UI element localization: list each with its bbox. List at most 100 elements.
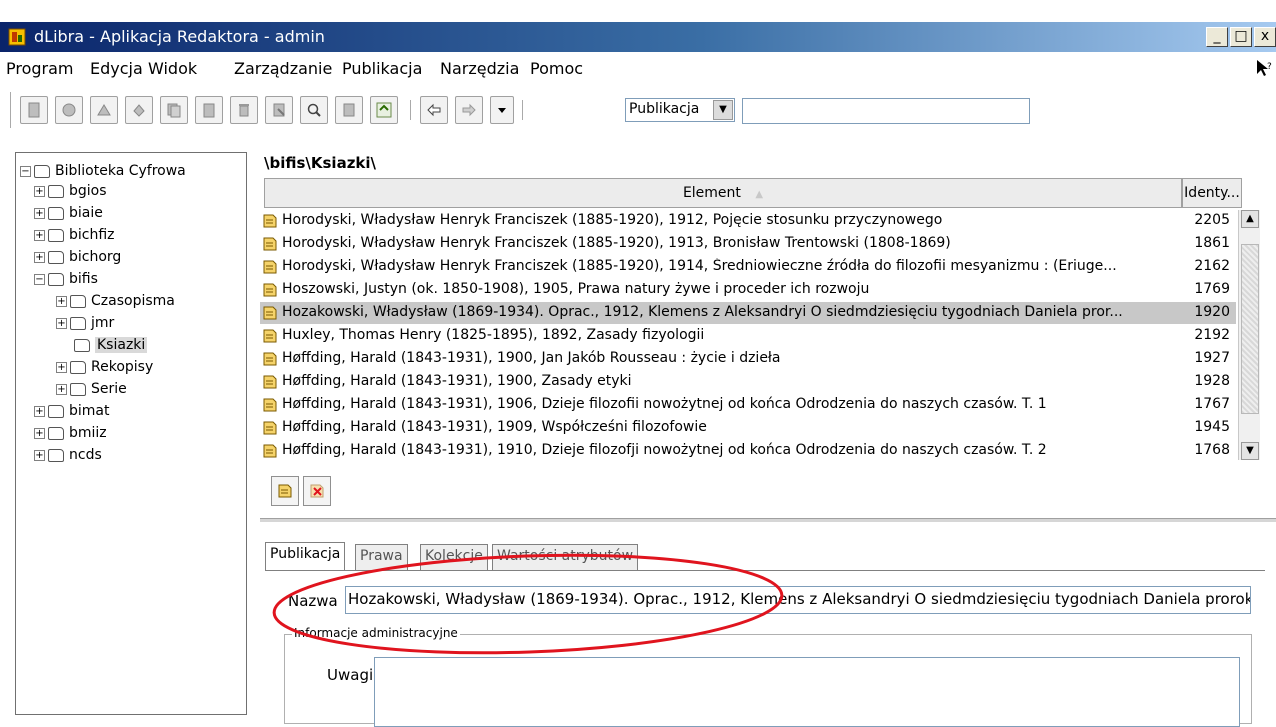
tree-node-bgios[interactable]: + bgios (34, 181, 107, 201)
expand-icon[interactable]: + (34, 229, 45, 241)
tree-node-biaie[interactable]: + biaie (34, 203, 103, 223)
tab-prawa[interactable]: Prawa (355, 544, 408, 570)
tree-node-root[interactable]: − Biblioteka Cyfrowa (20, 161, 186, 181)
search-scope-value: Publikacja (629, 101, 700, 117)
maximize-button[interactable]: □ (1230, 27, 1252, 47)
tree-node-serie[interactable]: + Serie (56, 379, 127, 399)
expand-icon[interactable]: + (56, 295, 67, 307)
menu-zarzadzanie[interactable]: Zarządzanie (234, 59, 332, 78)
export-button[interactable] (335, 96, 363, 124)
minimize-button[interactable]: _ (1206, 27, 1228, 47)
row-identifier: 2205 (1194, 212, 1230, 228)
tree-node-rekopisy[interactable]: + Rekopisy (56, 357, 153, 377)
publication-icon (263, 214, 277, 228)
table-row[interactable]: Horodyski, Władysław Henryk Franciszek (… (260, 233, 1236, 255)
menu-publikacja[interactable]: Publikacja (342, 59, 422, 78)
forward-button[interactable] (455, 96, 483, 124)
expand-icon[interactable]: + (56, 361, 67, 373)
scroll-down-icon[interactable]: ▼ (1241, 442, 1259, 460)
search-input[interactable] (742, 98, 1030, 124)
close-button[interactable]: x (1254, 27, 1276, 47)
table-body[interactable]: Horodyski, Władysław Henryk Franciszek (… (260, 210, 1260, 468)
tree-node-ncds[interactable]: + ncds (34, 445, 102, 465)
row-identifier: 1861 (1194, 235, 1230, 251)
folder-icon (70, 360, 86, 374)
table-row[interactable]: Huxley, Thomas Henry (1825-1895), 1892, … (260, 325, 1236, 347)
scroll-up-icon[interactable]: ▲ (1241, 210, 1259, 228)
table-row[interactable]: Høffding, Harald (1843-1931), 1906, Dzie… (260, 394, 1236, 416)
menu-program[interactable]: Program (6, 59, 74, 78)
collection-tree[interactable]: − Biblioteka Cyfrowa + bgios + biaie + b… (15, 152, 247, 715)
table-row[interactable]: Høffding, Harald (1843-1931), 1900, Jan … (260, 348, 1236, 370)
back-button[interactable] (420, 96, 448, 124)
context-help-icon[interactable]: ? (1254, 58, 1274, 78)
search-scope-select[interactable]: Publikacja ▼ (625, 98, 735, 122)
expand-icon[interactable]: + (34, 251, 45, 263)
tab-kolekcje[interactable]: Kolekcje (420, 544, 488, 570)
new-publication-button[interactable] (20, 96, 48, 124)
collapse-icon[interactable]: − (34, 273, 45, 285)
expand-icon[interactable]: + (34, 405, 45, 417)
tree-node-ksiazki[interactable]: Ksiazki (74, 335, 148, 355)
tab-panel-border (265, 570, 1265, 571)
paste-button[interactable] (195, 96, 223, 124)
table-row[interactable]: Hozakowski, Władysław (1869-1934). Oprac… (260, 302, 1236, 324)
row-element: Høffding, Harald (1843-1931), 1909, Wspó… (282, 419, 707, 435)
new-group-button[interactable] (55, 96, 83, 124)
expand-icon[interactable]: + (34, 185, 45, 197)
table-row[interactable]: Horodyski, Władysław Henryk Franciszek (… (260, 210, 1236, 232)
publications-table[interactable]: Element ▲ Identy... Horodyski, Władysław… (260, 178, 1276, 468)
scrollbar-thumb[interactable] (1241, 244, 1259, 414)
table-row[interactable]: Horodyski, Władysław Henryk Franciszek (… (260, 256, 1236, 278)
menu-widok[interactable]: Widok (148, 59, 197, 78)
toolbar-grip[interactable] (10, 92, 13, 128)
row-identifier: 2162 (1194, 258, 1230, 274)
tree-node-jmr[interactable]: + jmr (56, 313, 114, 333)
properties-button[interactable] (265, 96, 293, 124)
folder-icon (48, 250, 64, 264)
expand-icon[interactable]: + (56, 383, 67, 395)
add-icon (133, 104, 145, 117)
delete-button[interactable] (230, 96, 258, 124)
chevron-down-icon[interactable]: ▼ (713, 100, 733, 120)
table-scrollbar[interactable]: ▲ ▼ (1238, 210, 1260, 460)
menu-edycja[interactable]: Edycja (90, 59, 143, 78)
tree-node-bifis[interactable]: − bifis (34, 269, 98, 289)
notes-field[interactable] (374, 657, 1240, 727)
new-edition-button[interactable] (90, 96, 118, 124)
menu-narzedzia[interactable]: Narzędzia (440, 59, 519, 78)
table-row[interactable]: Høffding, Harald (1843-1931), 1910, Dzie… (260, 440, 1236, 462)
history-dropdown-button[interactable] (490, 96, 514, 124)
tree-node-czasopisma[interactable]: + Czasopisma (56, 291, 175, 311)
column-header-element[interactable]: Element ▲ (264, 178, 1182, 208)
table-row[interactable]: Høffding, Harald (1843-1931), 1900, Zasa… (260, 371, 1236, 393)
search-button[interactable] (300, 96, 328, 124)
row-identifier: 1920 (1194, 304, 1230, 320)
expand-icon[interactable]: + (34, 207, 45, 219)
remove-publication-button[interactable] (303, 476, 331, 506)
tree-node-bmiiz[interactable]: + bmiiz (34, 423, 107, 443)
split-pane-divider[interactable] (260, 518, 1276, 522)
row-element: Høffding, Harald (1843-1931), 1906, Dzie… (282, 396, 1047, 412)
menu-pomoc[interactable]: Pomoc (530, 59, 583, 78)
open-publication-button[interactable] (271, 476, 299, 506)
refresh-button[interactable] (370, 96, 398, 124)
tree-node-bimat[interactable]: + bimat (34, 401, 109, 421)
column-header-identifier[interactable]: Identy... (1182, 178, 1242, 208)
tab-wartosci-atrybutow[interactable]: Wartości atrybutów (492, 544, 639, 570)
row-element: Horodyski, Władysław Henryk Franciszek (… (282, 235, 951, 251)
copy-button[interactable] (160, 96, 188, 124)
title-bar[interactable]: dLibra - Aplikacja Redaktora - admin _ □… (0, 22, 1276, 52)
tab-publikacja[interactable]: Publikacja (265, 542, 346, 570)
table-row[interactable]: Hoszowski, Justyn (ok. 1850-1908), 1905,… (260, 279, 1236, 301)
tree-node-bichfiz[interactable]: + bichfiz (34, 225, 115, 245)
expand-icon[interactable]: + (34, 427, 45, 439)
table-row[interactable]: Høffding, Harald (1843-1931), 1909, Wspó… (260, 417, 1236, 439)
folder-icon (70, 294, 86, 308)
collapse-icon[interactable]: − (20, 165, 31, 177)
name-field[interactable]: Hozakowski, Władysław (1869-1934). Oprac… (345, 586, 1251, 614)
add-element-button[interactable] (125, 96, 153, 124)
expand-icon[interactable]: + (34, 449, 45, 461)
tree-node-bichorg[interactable]: + bichorg (34, 247, 121, 267)
expand-icon[interactable]: + (56, 317, 67, 329)
